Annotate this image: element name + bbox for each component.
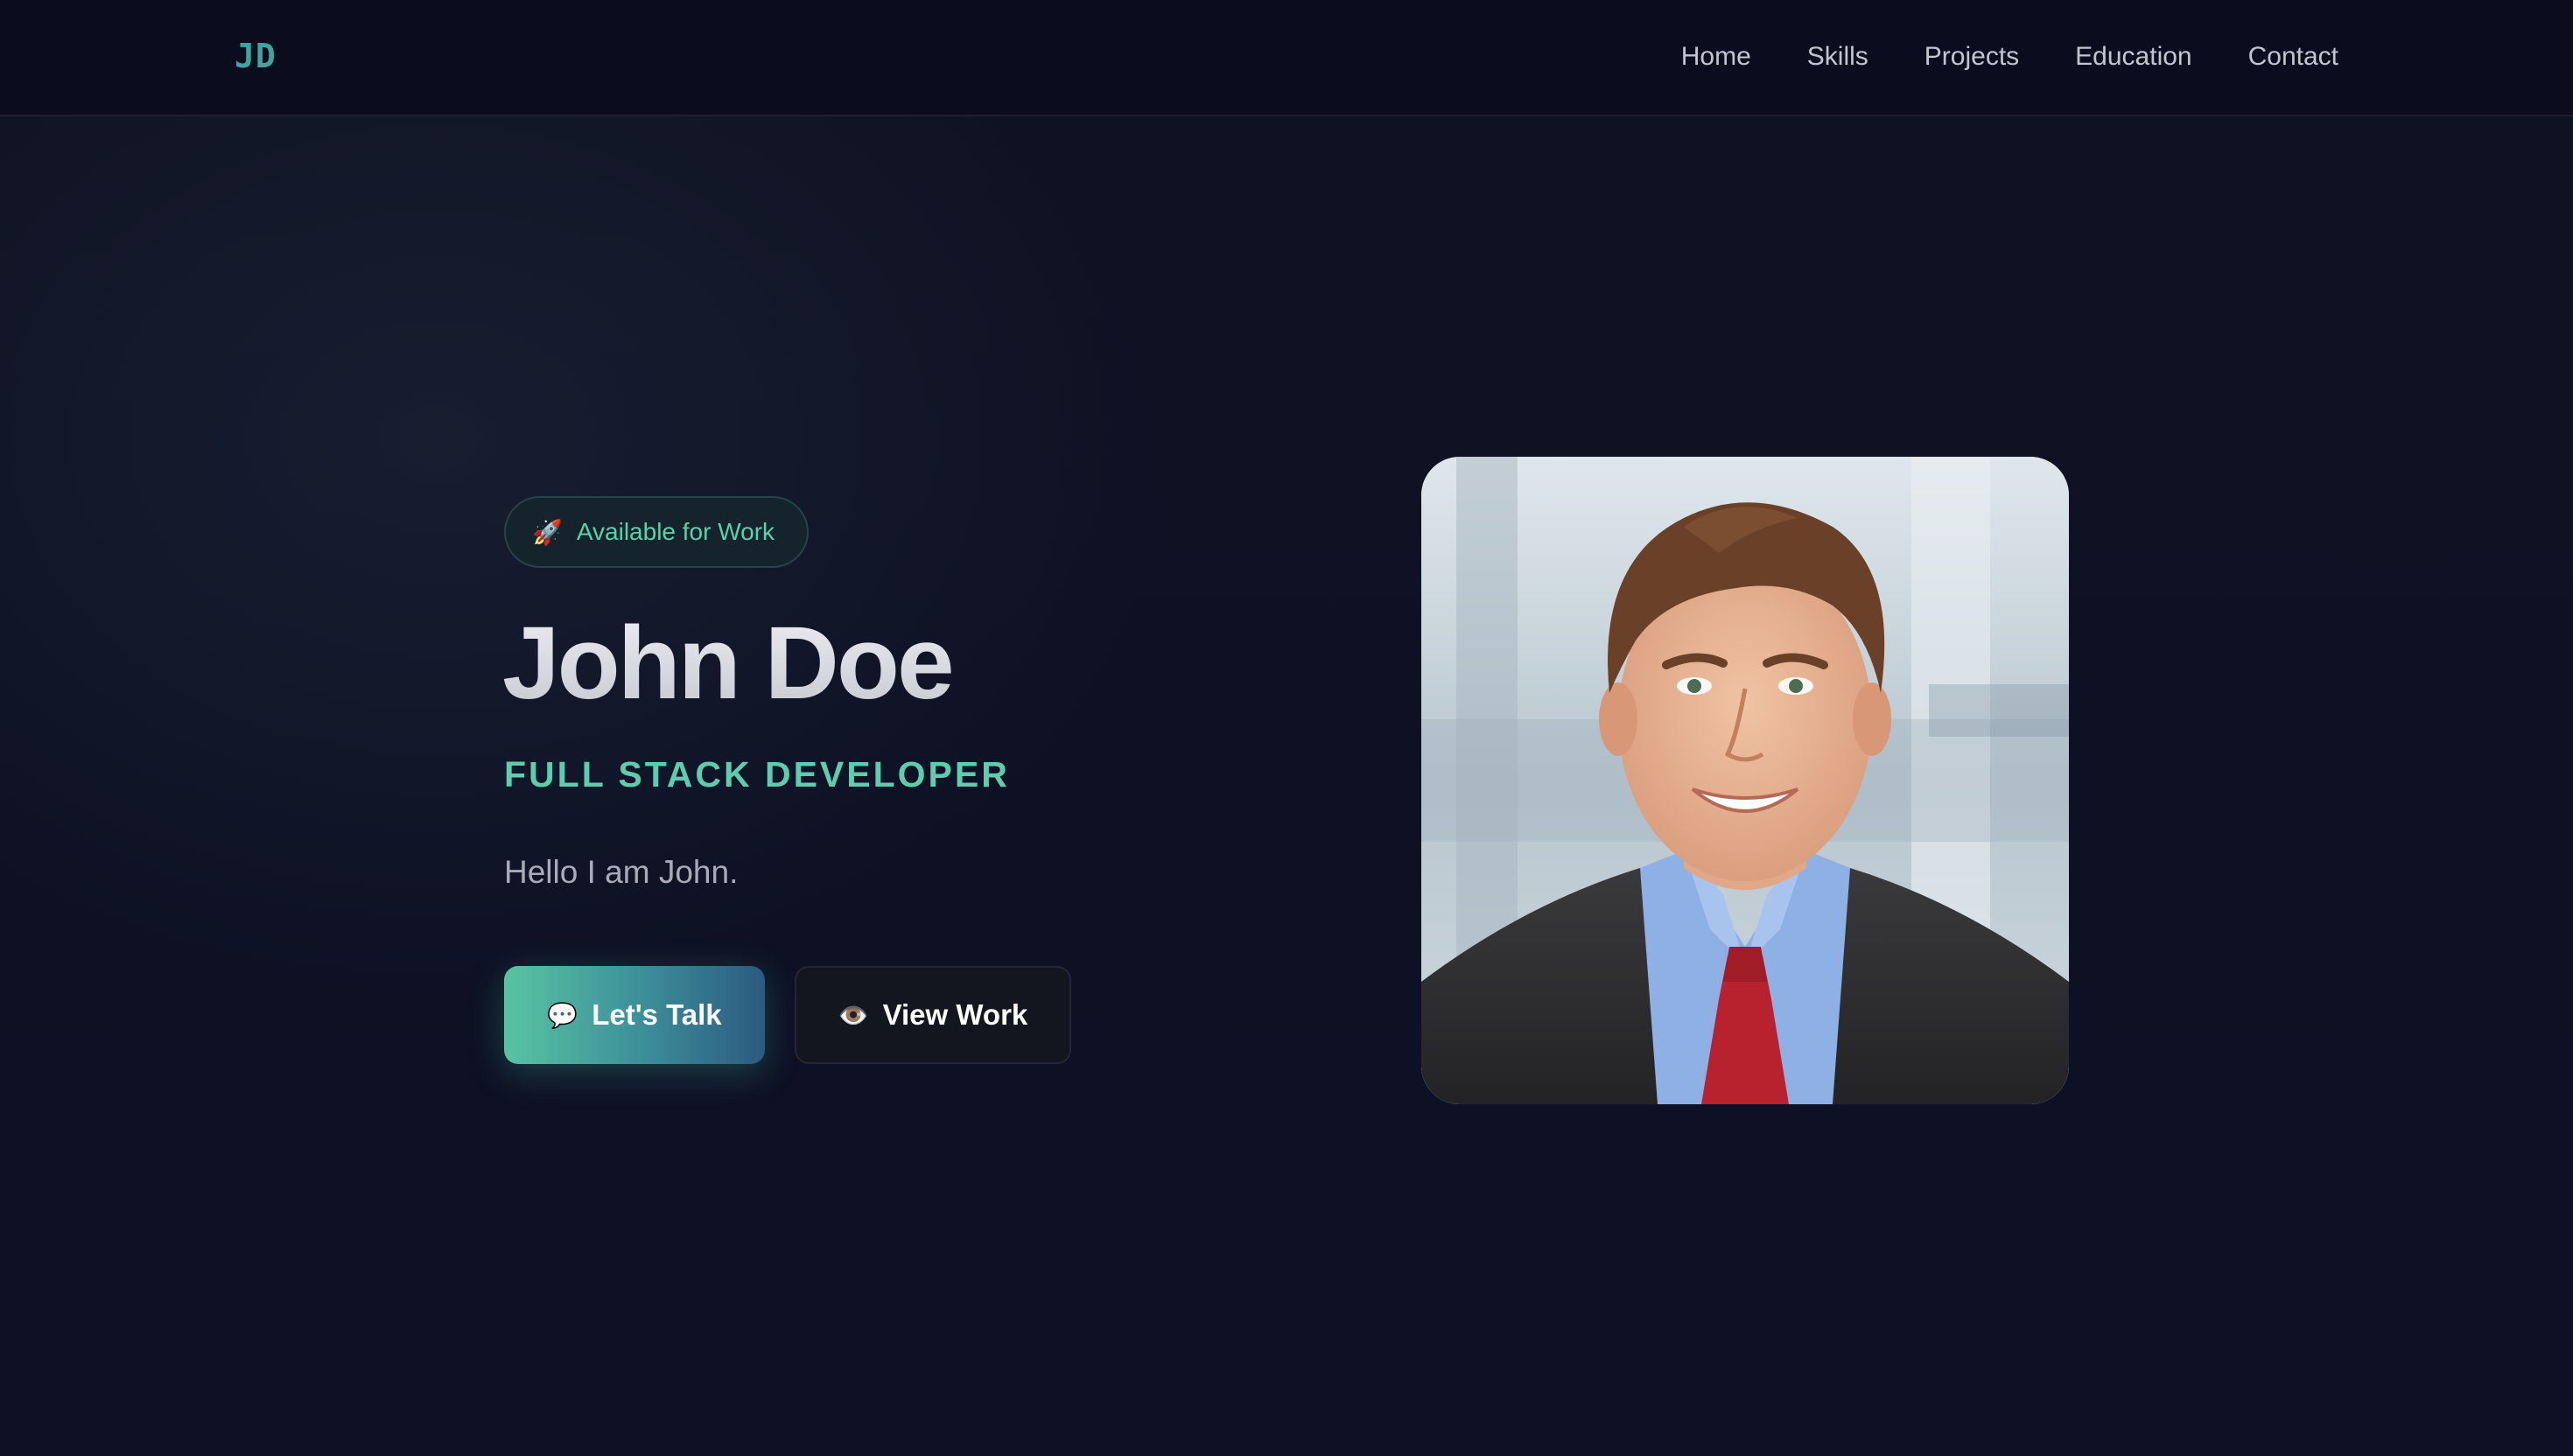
nav-links: Home Skills Projects Education Contact: [1681, 42, 2338, 72]
navbar: JD Home Skills Projects Education Contac…: [0, 0, 2573, 116]
nav-link-education[interactable]: Education: [2075, 42, 2191, 72]
view-work-button[interactable]: 👁️ View Work: [795, 966, 1071, 1064]
rocket-icon: 🚀: [532, 518, 563, 546]
hero-tagline: Hello I am John.: [504, 854, 739, 890]
lets-talk-button[interactable]: 💬 Let's Talk: [504, 966, 765, 1064]
nav-link-home[interactable]: Home: [1681, 42, 1751, 72]
nav-link-projects[interactable]: Projects: [1924, 42, 2019, 72]
availability-badge: 🚀 Available for Work: [504, 496, 809, 568]
hero-role: FULL STACK DEVELOPER: [504, 754, 1010, 794]
speech-bubble-icon: 💬: [547, 1001, 578, 1029]
profile-photo: [1421, 457, 2069, 1104]
eye-icon: 👁️: [838, 1001, 869, 1029]
logo[interactable]: JD: [235, 37, 277, 75]
nav-link-contact[interactable]: Contact: [2248, 42, 2338, 72]
view-work-button-label: View Work: [882, 998, 1028, 1031]
nav-link-skills[interactable]: Skills: [1807, 42, 1868, 72]
hero-name: John Doe: [502, 606, 955, 721]
page: JD Home Skills Projects Education Contac…: [0, 0, 2573, 1456]
availability-badge-text: Available for Work: [576, 518, 775, 545]
lets-talk-button-label: Let's Talk: [592, 998, 722, 1031]
